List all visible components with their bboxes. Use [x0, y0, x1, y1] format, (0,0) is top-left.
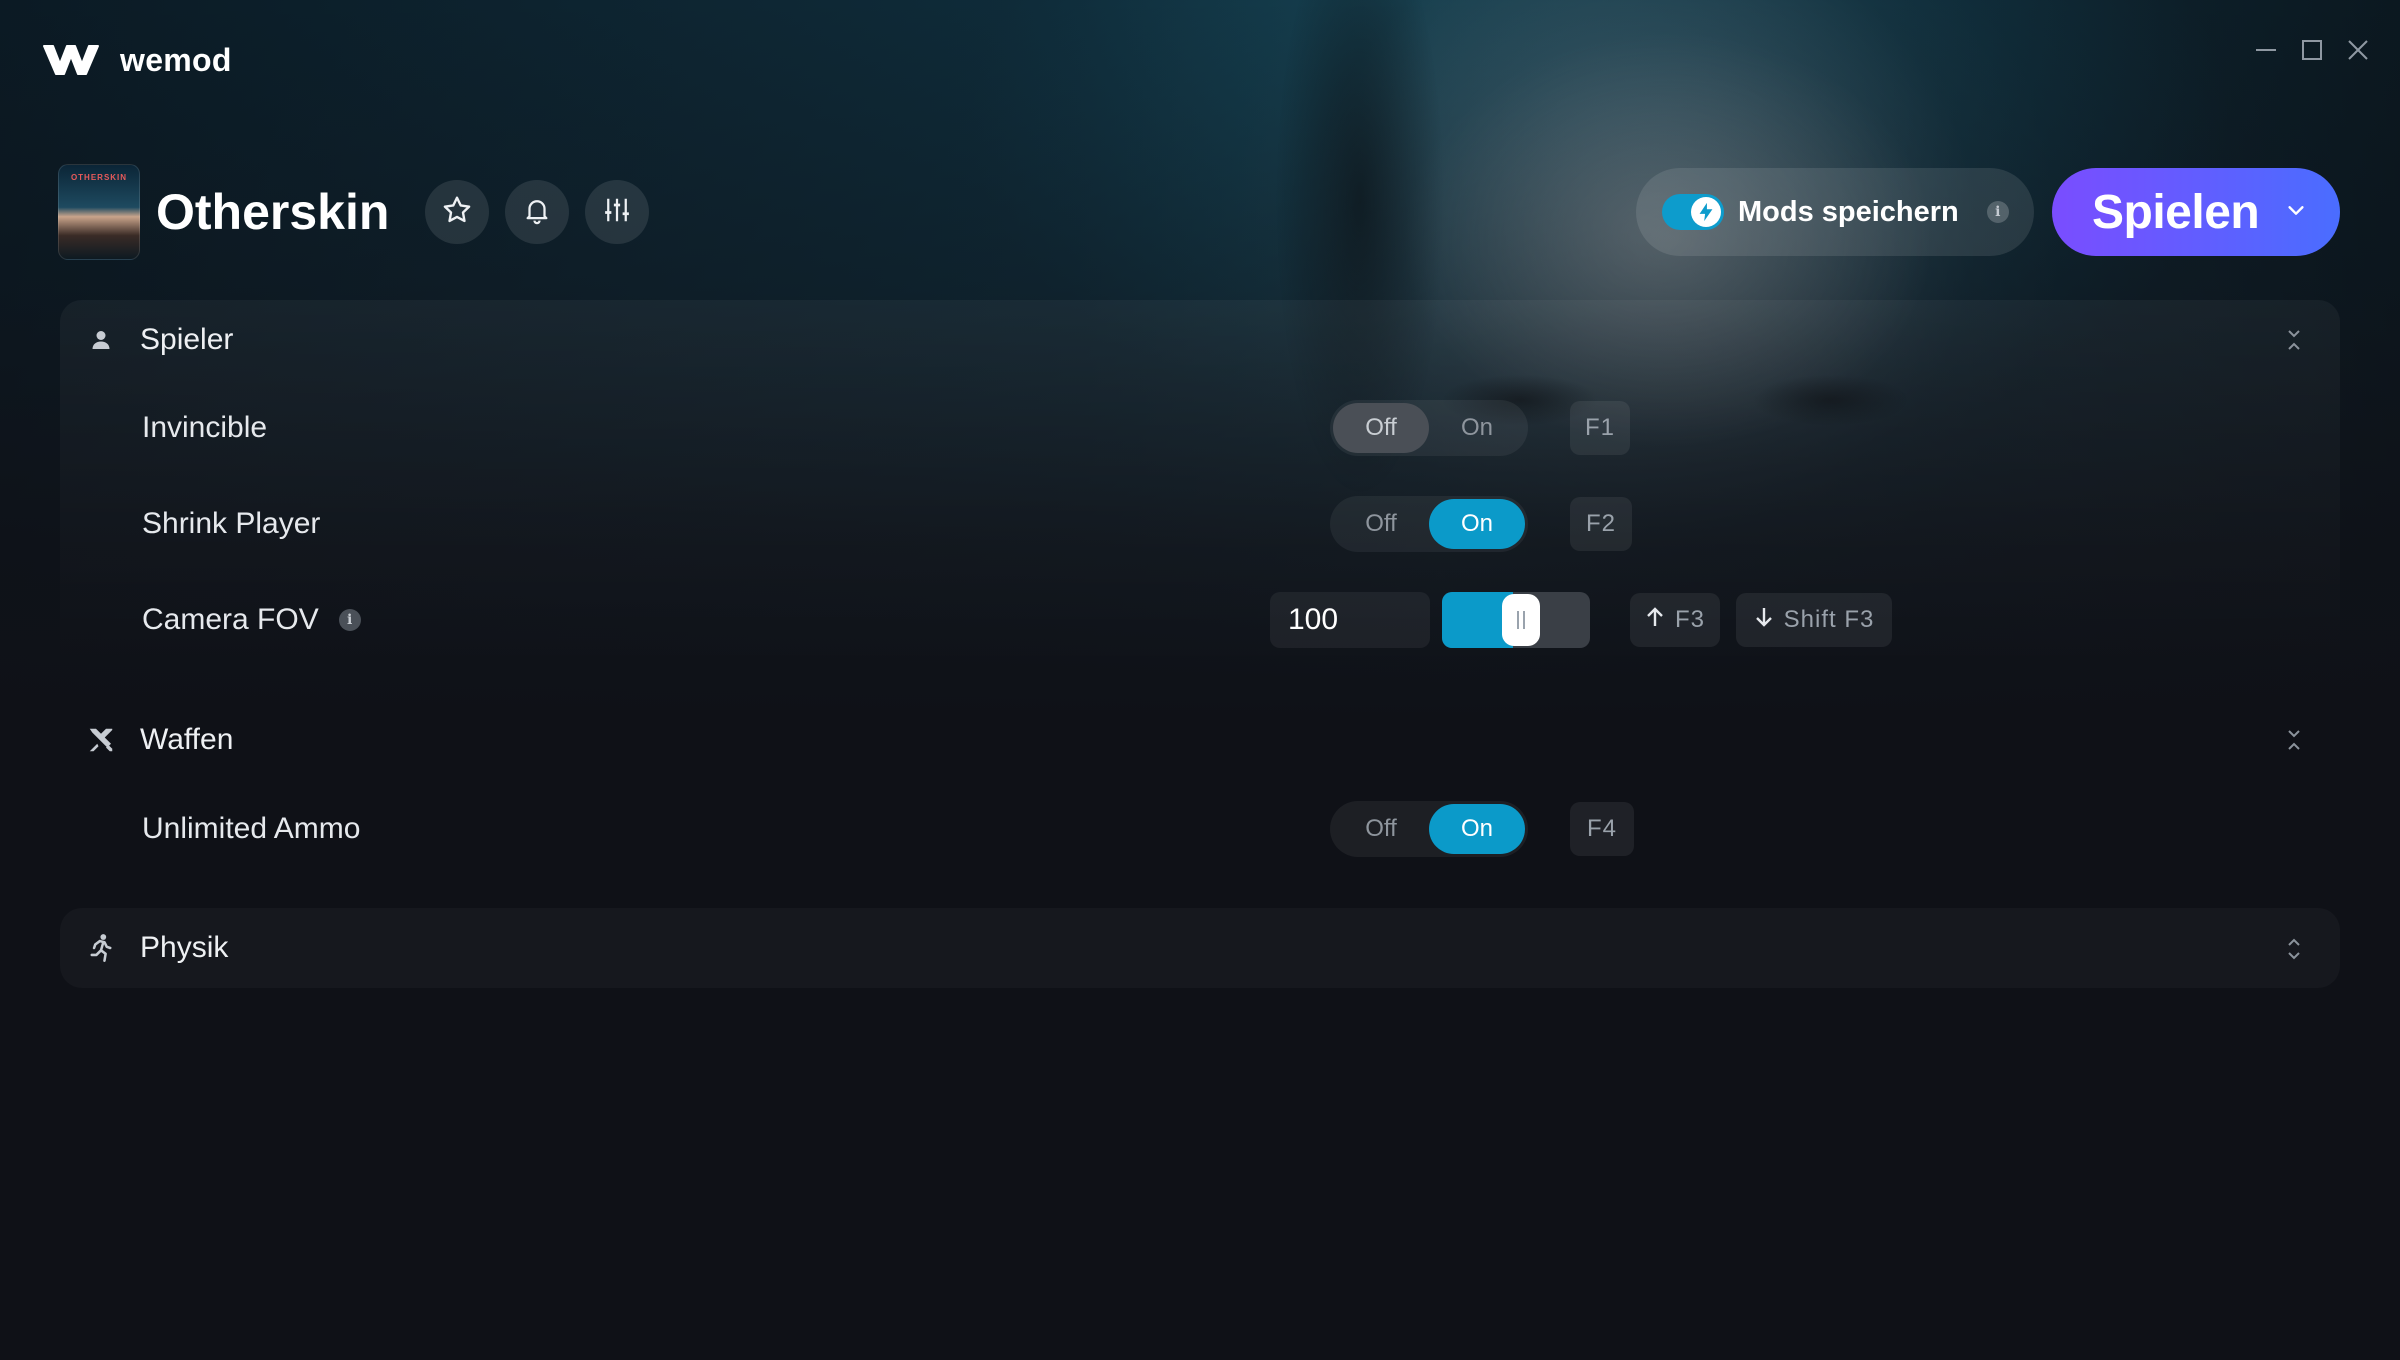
- mod-info-icon[interactable]: i: [338, 609, 361, 631]
- game-header: OTHERSKIN Otherskin: [58, 164, 650, 260]
- hotkey-text: F3: [1674, 606, 1705, 633]
- mod-row-invincible: Invincible Off On F1: [60, 388, 2340, 468]
- mod-row-shrink-player: Shrink Player Off On F2: [60, 484, 2340, 564]
- mod-toggle-invincible[interactable]: Off On: [1330, 400, 1528, 456]
- sliders-icon: [602, 195, 632, 230]
- mod-row-unlimited-ammo: Unlimited Ammo Off On F4: [60, 789, 2340, 869]
- chevron-down-icon[interactable]: [2285, 199, 2307, 226]
- game-action-buttons: [425, 180, 650, 244]
- slider-thumb[interactable]: [1502, 594, 1540, 646]
- hotkey-text: F2: [1585, 510, 1616, 537]
- mod-row-camera-fov: Camera FOV i 100 F3 Shift F3: [60, 580, 2340, 660]
- save-mods-info-icon[interactable]: i: [1986, 201, 2009, 223]
- hotkey-text: F1: [1584, 414, 1615, 441]
- wemod-logo-icon: [40, 40, 102, 80]
- hotkey-decrease-badge[interactable]: Shift F3: [1736, 593, 1892, 647]
- minimize-icon[interactable]: [2254, 38, 2278, 62]
- lightning-icon: [1691, 197, 1721, 227]
- notifications-button[interactable]: [505, 180, 570, 244]
- mod-label: Invincible: [142, 411, 268, 444]
- mod-label: Unlimited Ammo: [142, 812, 361, 845]
- mod-toggle-shrink-player[interactable]: Off On: [1330, 496, 1528, 552]
- hotkey-badge[interactable]: F4: [1570, 802, 1634, 856]
- section-title: Spieler: [140, 323, 234, 356]
- fov-number-input[interactable]: 100: [1270, 592, 1430, 648]
- collapse-icon[interactable]: [2284, 728, 2304, 757]
- collapse-icon[interactable]: [2284, 328, 2304, 357]
- fov-value: 100: [1288, 603, 1339, 636]
- toggle-on-option[interactable]: On: [1429, 499, 1525, 549]
- section-waffen: Waffen Unlimited Ammo Off On F4: [60, 700, 2340, 890]
- crossed-swords-icon: [86, 725, 116, 755]
- toggle-on-option[interactable]: On: [1429, 804, 1525, 854]
- favorite-button[interactable]: [425, 180, 490, 244]
- arrow-down-icon: [1754, 606, 1774, 635]
- section-header-waffen[interactable]: Waffen: [60, 700, 2340, 780]
- section-title: Physik: [140, 931, 229, 964]
- mod-toggle-unlimited-ammo[interactable]: Off On: [1330, 801, 1528, 857]
- game-settings-button[interactable]: [585, 180, 650, 244]
- mod-label-wrap: Camera FOV i: [142, 603, 361, 637]
- mod-label: Camera FOV: [142, 603, 319, 636]
- play-label: Spielen: [2092, 185, 2260, 239]
- hotkey-text: F4: [1586, 815, 1617, 842]
- toggle-off-option[interactable]: Off: [1333, 499, 1429, 549]
- bell-icon: [522, 195, 552, 230]
- running-person-icon: [86, 933, 116, 963]
- maximize-icon[interactable]: [2300, 38, 2324, 62]
- section-header-physik[interactable]: Physik: [60, 908, 2340, 988]
- toggle-off-option[interactable]: Off: [1333, 804, 1429, 854]
- hotkey-text: Shift F3: [1783, 606, 1875, 633]
- cover-title: OTHERSKIN: [70, 173, 128, 182]
- save-mods-control[interactable]: Mods speichern i: [1636, 168, 2034, 256]
- save-mods-toggle[interactable]: [1662, 194, 1724, 230]
- section-physik[interactable]: Physik: [60, 908, 2340, 988]
- expand-icon[interactable]: [2284, 936, 2304, 967]
- app-name: wemod: [120, 41, 232, 78]
- person-icon: [86, 325, 116, 355]
- game-title: Otherskin: [156, 184, 390, 240]
- play-button[interactable]: Spielen: [2052, 168, 2340, 256]
- mod-label: Shrink Player: [142, 507, 321, 540]
- fov-slider[interactable]: [1442, 592, 1590, 648]
- save-mods-label: Mods speichern: [1738, 195, 1959, 228]
- game-cover-image: OTHERSKIN: [58, 164, 140, 260]
- toggle-on-option[interactable]: On: [1429, 403, 1525, 453]
- section-header-spieler[interactable]: Spieler: [60, 300, 2340, 380]
- section-title: Waffen: [140, 723, 234, 756]
- toggle-off-option[interactable]: Off: [1333, 403, 1429, 453]
- section-spieler: Spieler Invincible Off On F1 Shrink Play…: [60, 300, 2340, 674]
- star-icon: [441, 194, 473, 231]
- titlebar: wemod: [40, 36, 232, 84]
- hotkey-badge[interactable]: F1: [1570, 401, 1630, 455]
- hotkey-badge[interactable]: F2: [1570, 497, 1632, 551]
- close-icon[interactable]: [2346, 38, 2370, 62]
- hotkey-increase-badge[interactable]: F3: [1630, 593, 1720, 647]
- window-controls: [2254, 38, 2370, 62]
- arrow-up-icon: [1645, 606, 1665, 635]
